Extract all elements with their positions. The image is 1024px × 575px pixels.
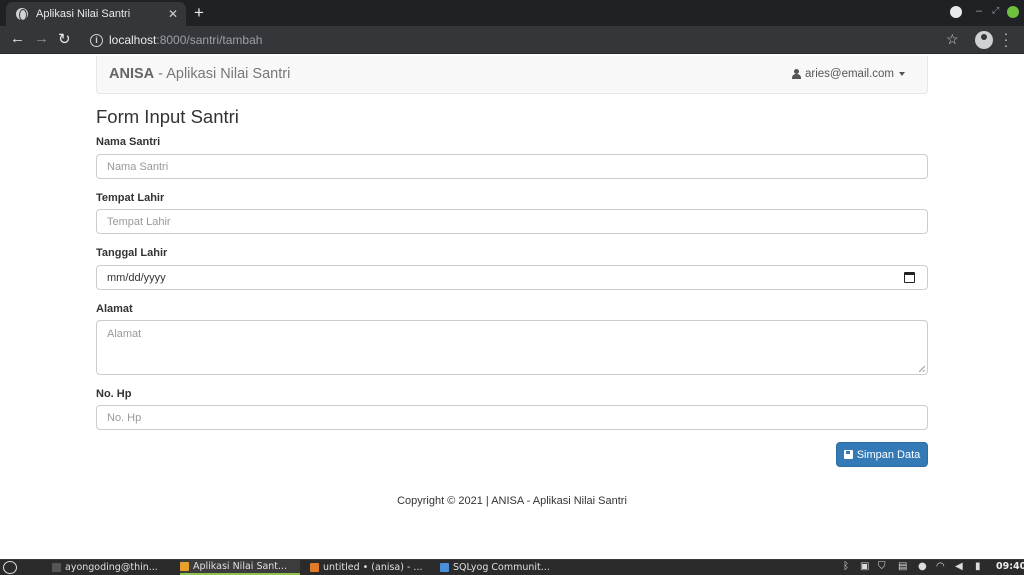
simpan-data-label: Simpan Data <box>856 448 921 461</box>
close-window-icon[interactable] <box>1007 6 1019 18</box>
terminal-icon <box>52 563 61 572</box>
clipboard-icon[interactable]: ▣ <box>860 561 869 572</box>
taskbar-item-label: ayongoding@thin... <box>65 562 158 573</box>
info-icon[interactable]: i <box>90 33 103 47</box>
nama-santri-input[interactable]: Nama Santri <box>96 154 928 179</box>
start-menu-icon[interactable] <box>3 561 17 574</box>
minimize-icon[interactable]: – <box>976 5 982 17</box>
chrome-icon <box>180 562 189 571</box>
footer-copyright: Copyright © 2021 | ANISA - Aplikasi Nila… <box>397 495 627 507</box>
app-brand[interactable]: ANISA - Aplikasi Nilai Santri <box>109 66 290 82</box>
alamat-placeholder: Alamat <box>107 328 142 340</box>
battery-icon[interactable]: ▮ <box>975 561 981 572</box>
tab-title: Aplikasi Nilai Santri <box>36 8 131 20</box>
resize-handle-icon[interactable] <box>919 366 925 372</box>
address-bar[interactable]: i localhost:8000/santri/tambah <box>80 29 970 51</box>
caret-down-icon <box>899 72 905 76</box>
taskbar-item-label: Aplikasi Nilai Sant... <box>193 561 288 572</box>
tempat-lahir-label: Tempat Lahir <box>96 192 165 204</box>
taskbar-clock: 09:40 <box>996 561 1024 572</box>
nama-santri-label: Nama Santri <box>96 136 161 148</box>
page-content: ANISA - Aplikasi Nilai Santri aries@emai… <box>0 54 1024 559</box>
forward-icon[interactable]: → <box>34 30 49 47</box>
taskbar-item-sqlyog[interactable]: SQLyog Communit... <box>440 560 560 575</box>
back-icon[interactable]: ← <box>10 30 25 47</box>
tempat-lahir-input[interactable]: Tempat Lahir <box>96 209 928 234</box>
url-host: localhost <box>109 33 157 47</box>
user-icon <box>791 68 801 80</box>
brand-subtitle: - Aplikasi Nilai Santri <box>154 66 291 82</box>
user-email: aries@email.com <box>804 68 894 80</box>
bluetooth-icon[interactable]: ᛒ <box>843 561 849 572</box>
close-tab-icon[interactable]: ✕ <box>166 7 180 21</box>
user-tray-icon[interactable]: ● <box>918 561 927 572</box>
floppy-disk-icon <box>843 450 853 459</box>
new-tab-button[interactable]: + <box>194 3 204 23</box>
tanggal-lahir-label: Tanggal Lahir <box>96 247 168 259</box>
no-hp-input[interactable]: No. Hp <box>96 405 928 430</box>
taskbar-item-label: SQLyog Communit... <box>453 562 550 573</box>
taskbar-item-terminal[interactable]: ayongoding@thin... <box>52 560 170 575</box>
brand-name: ANISA <box>109 66 155 82</box>
taskbar-item-browser[interactable]: Aplikasi Nilai Sant... <box>180 560 300 575</box>
bookmark-star-icon[interactable]: ☆ <box>946 31 959 48</box>
sqlyog-icon <box>440 563 449 572</box>
printer-icon[interactable]: ▤ <box>898 561 907 572</box>
browser-menu-icon[interactable] <box>950 6 962 18</box>
taskbar-item-label: untitled • (anisa) - ... <box>323 562 423 573</box>
volume-icon[interactable]: ◀ <box>955 561 963 572</box>
sublime-text-icon <box>310 563 319 572</box>
url-path: :8000/santri/tambah <box>156 33 263 47</box>
alamat-textarea[interactable]: Alamat <box>96 320 928 375</box>
nama-santri-placeholder: Nama Santri <box>107 160 169 173</box>
user-dropdown[interactable]: aries@email.com <box>791 68 905 80</box>
taskbar-item-editor[interactable]: untitled • (anisa) - ... <box>310 560 432 575</box>
page-title: Form Input Santri <box>96 106 239 127</box>
browser-tab[interactable]: Aplikasi Nilai Santri ✕ <box>6 2 186 26</box>
no-hp-label: No. Hp <box>96 388 132 400</box>
profile-avatar-icon[interactable] <box>975 31 993 49</box>
maximize-icon[interactable]: ⤢ <box>992 5 999 16</box>
tempat-lahir-placeholder: Tempat Lahir <box>107 215 171 228</box>
simpan-data-button[interactable]: Simpan Data <box>836 442 928 467</box>
browser-toolbar: ← → ↻ i localhost:8000/santri/tambah ☆ ·… <box>0 26 1024 54</box>
tanggal-lahir-placeholder: mm/dd/yyyy <box>107 271 166 284</box>
os-taskbar: ayongoding@thin... Aplikasi Nilai Sant..… <box>0 559 1024 575</box>
browser-more-icon[interactable]: · · · <box>1003 26 1009 52</box>
wifi-icon[interactable]: ◠ <box>936 561 945 572</box>
globe-icon <box>16 8 28 21</box>
tanggal-lahir-input[interactable]: mm/dd/yyyy <box>96 265 928 290</box>
shield-icon[interactable]: ⛉ <box>878 561 886 572</box>
alamat-label: Alamat <box>96 303 133 315</box>
calendar-icon[interactable] <box>904 272 915 283</box>
app-navbar: ANISA - Aplikasi Nilai Santri aries@emai… <box>96 56 928 94</box>
no-hp-placeholder: No. Hp <box>107 411 142 424</box>
browser-tabstrip: Aplikasi Nilai Santri ✕ + – ⤢ <box>0 0 1024 26</box>
reload-icon[interactable]: ↻ <box>58 30 71 48</box>
